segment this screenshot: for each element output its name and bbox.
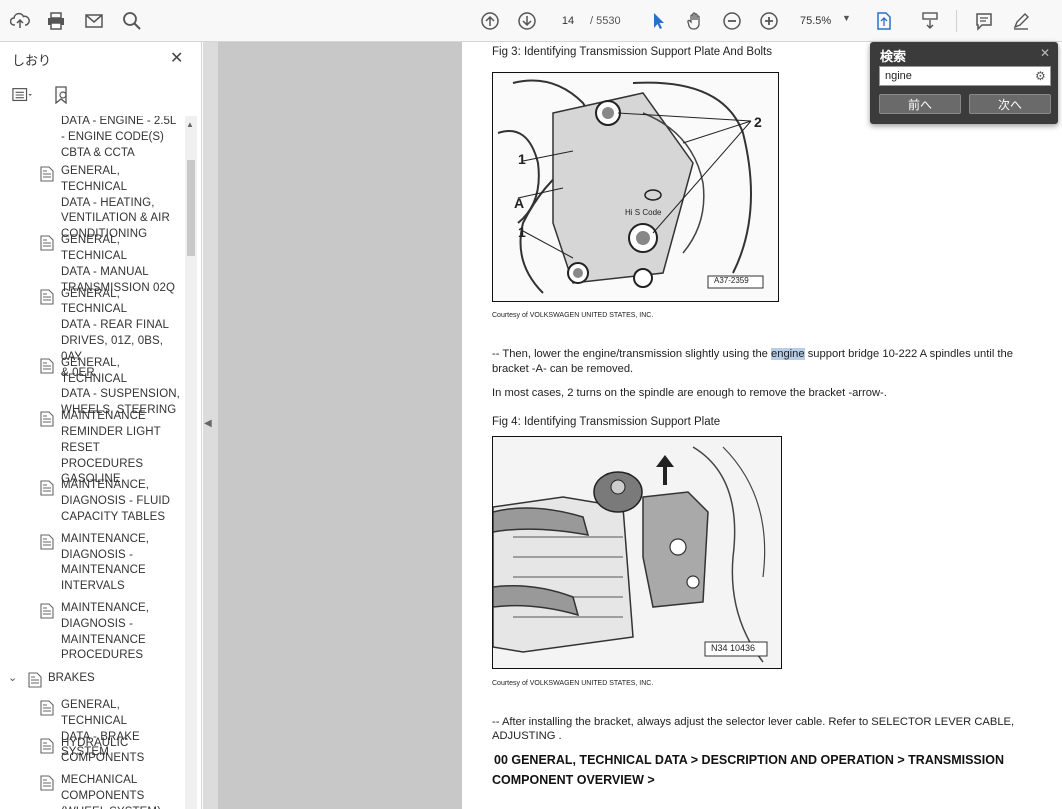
paragraph-spindle-turns: In most cases, 2 turns on the spindle ar…: [492, 387, 887, 399]
bookmark-partial[interactable]: DATA - ENGINE - 2.5L - ENGINE CODE(S) CB…: [61, 116, 176, 161]
bookmark-label: HYDRAULIC COMPONENTS: [61, 736, 145, 765]
courtesy-note-2: Courtesy of VOLKSWAGEN UNITED STATES, IN…: [492, 680, 654, 687]
svg-text:Hi S Code: Hi S Code: [625, 208, 662, 217]
bookmark-item[interactable]: MAINTENANCE, DIAGNOSIS - MAINTENANCE PROCED…: [40, 601, 180, 664]
bookmark-label: MECHANICALCOMPONENTS(WHEEL SYSTEM): [61, 774, 161, 809]
find-panel: 検索 ✕ ⚙ 前へ 次へ: [870, 42, 1058, 124]
search-icon[interactable]: [120, 9, 144, 33]
bookmark-page-icon: [40, 358, 54, 374]
bookmark-item[interactable]: MAINTENANCE REMINDER LIGHT RESET PROCEDURE…: [40, 409, 180, 488]
paragraph-lower-engine-line2: bracket -A- can be removed.: [492, 363, 634, 375]
fig3-label-1: 1: [518, 151, 526, 167]
page-total: / 5530: [590, 15, 621, 27]
page-down-icon[interactable]: [515, 9, 539, 33]
toolbar: 14 / 5530 75.5% ▼: [0, 0, 1062, 42]
bookmark-page-icon: [40, 480, 54, 496]
bookmark-options-icon[interactable]: [12, 86, 32, 109]
bookmark-page-icon: [40, 166, 54, 182]
collapse-panel-icon[interactable]: ◀: [204, 418, 212, 429]
fig4-caption: Fig 4: Identifying Transmission Support …: [492, 416, 721, 428]
bookmark-subitem[interactable]: MECHANICALCOMPONENTS(WHEEL SYSTEM): [40, 773, 180, 809]
close-icon[interactable]: ✕: [1040, 46, 1050, 60]
bookmark-page-icon: [40, 411, 54, 427]
fig3-label-1b: 1: [518, 224, 526, 240]
bookmark-page-icon: [40, 235, 54, 251]
bookmark-page-icon: [40, 775, 54, 791]
pdf-page: Fig 3: Identifying Transmission Support …: [462, 42, 1062, 809]
fig3-code: A37-2359: [714, 276, 749, 285]
search-highlight: engine: [771, 348, 805, 360]
gear-icon[interactable]: ⚙: [1035, 69, 1046, 83]
scroll-up-icon[interactable]: ▲: [186, 120, 194, 129]
zoom-in-icon[interactable]: [757, 9, 781, 33]
page-up-icon[interactable]: [478, 9, 502, 33]
bookmarks-list: DATA - ENGINE - 2.5L - ENGINE CODE(S) CB…: [0, 116, 184, 809]
fig4-code: N34 10436: [711, 643, 756, 653]
bookmark-label: GENERAL, TECHNICAL DATA - HEATING, VENTILA…: [61, 165, 170, 241]
section-breadcrumb-line2[interactable]: COMPONENT OVERVIEW >: [492, 771, 655, 790]
courtesy-note: Courtesy of VOLKSWAGEN UNITED STATES, IN…: [492, 312, 654, 319]
bookmark-page-icon: [40, 603, 54, 619]
find-next-button[interactable]: 次へ: [969, 94, 1051, 114]
bookmarks-panel: しおり ✕ DATA - ENGINE - 2.5L - ENGINE CODE…: [0, 42, 202, 809]
mail-icon[interactable]: [82, 9, 106, 33]
previous-page-gutter: [218, 42, 462, 809]
bookmark-subitem[interactable]: HYDRAULIC COMPONENTS: [40, 736, 180, 768]
bookmark-group-label: BRAKES: [48, 672, 95, 685]
bookmark-page-icon: [40, 700, 54, 716]
bookmarks-toolbar: [12, 85, 72, 109]
zoom-level-select[interactable]: 75.5%: [800, 11, 831, 31]
scroll-mode-icon[interactable]: [918, 9, 942, 33]
bookmark-page-icon: [40, 738, 54, 754]
find-previous-button[interactable]: 前へ: [879, 94, 961, 114]
bookmark-item[interactable]: MAINTENANCE, DIAGNOSIS - FLUID CAPACITY TA…: [40, 478, 180, 525]
bookmark-label: MAINTENANCE, DIAGNOSIS - MAINTENANCE PROCED…: [61, 602, 150, 662]
bookmark-label: MAINTENANCE, DIAGNOSIS - FLUID CAPACITY TA…: [61, 479, 171, 523]
select-cursor-icon[interactable]: [646, 9, 670, 33]
bookmark-folder-icon: [28, 672, 42, 688]
find-title: 検索: [880, 49, 907, 64]
fig3-caption: Fig 3: Identifying Transmission Support …: [492, 46, 772, 58]
bookmark-find-icon[interactable]: [52, 85, 72, 109]
bookmark-page-icon: [40, 289, 54, 305]
comment-icon[interactable]: [972, 9, 996, 33]
cloud-upload-icon[interactable]: [8, 9, 32, 33]
bookmarks-scrollbar-thumb[interactable]: [187, 160, 195, 256]
bookmark-item[interactable]: GENERAL, TECHNICAL DATA - HEATING, VENTILA…: [40, 164, 180, 243]
bookmark-group-brakes[interactable]: ⌄ BRAKES: [8, 671, 178, 688]
section-breadcrumb[interactable]: 00 GENERAL, TECHNICAL DATA > DESCRIPTION…: [494, 751, 1004, 770]
hand-tool-icon[interactable]: [683, 9, 707, 33]
print-icon[interactable]: [44, 9, 68, 33]
fig3-image: Hi S Code 2 1 A 1 A37-2359: [492, 72, 779, 302]
bookmark-item[interactable]: MAINTENANCE, DIAGNOSIS - MAINTENANCE INTERV…: [40, 532, 180, 595]
bookmark-label: MAINTENANCE REMINDER LIGHT RESET PROCEDURE…: [61, 410, 161, 486]
pen-icon[interactable]: [1009, 9, 1033, 33]
bookmarks-title: しおり: [12, 53, 52, 68]
fig3-label-2: 2: [754, 114, 762, 130]
fig4-image: N34 10436: [492, 436, 782, 669]
close-icon[interactable]: ✕: [170, 48, 183, 68]
chevron-down-icon[interactable]: ▼: [842, 13, 851, 23]
fit-page-icon[interactable]: [872, 9, 896, 33]
bookmark-page-icon: [40, 534, 54, 550]
bookmark-label: MAINTENANCE, DIAGNOSIS - MAINTENANCE INTERV…: [61, 532, 150, 593]
toolbar-divider: [956, 10, 957, 32]
fig3-label-a: A: [514, 195, 525, 211]
page-number-input[interactable]: 14: [552, 11, 584, 31]
zoom-out-icon[interactable]: [720, 9, 744, 33]
paragraph-selector-cable-line2: ADJUSTING .: [492, 730, 562, 742]
paragraph-lower-engine: -- Then, lower the engine/transmission s…: [492, 348, 1013, 360]
paragraph-selector-cable: -- After installing the bracket, always …: [492, 716, 1015, 728]
find-input[interactable]: [879, 66, 1051, 86]
chevron-down-icon[interactable]: ⌄: [8, 671, 17, 684]
